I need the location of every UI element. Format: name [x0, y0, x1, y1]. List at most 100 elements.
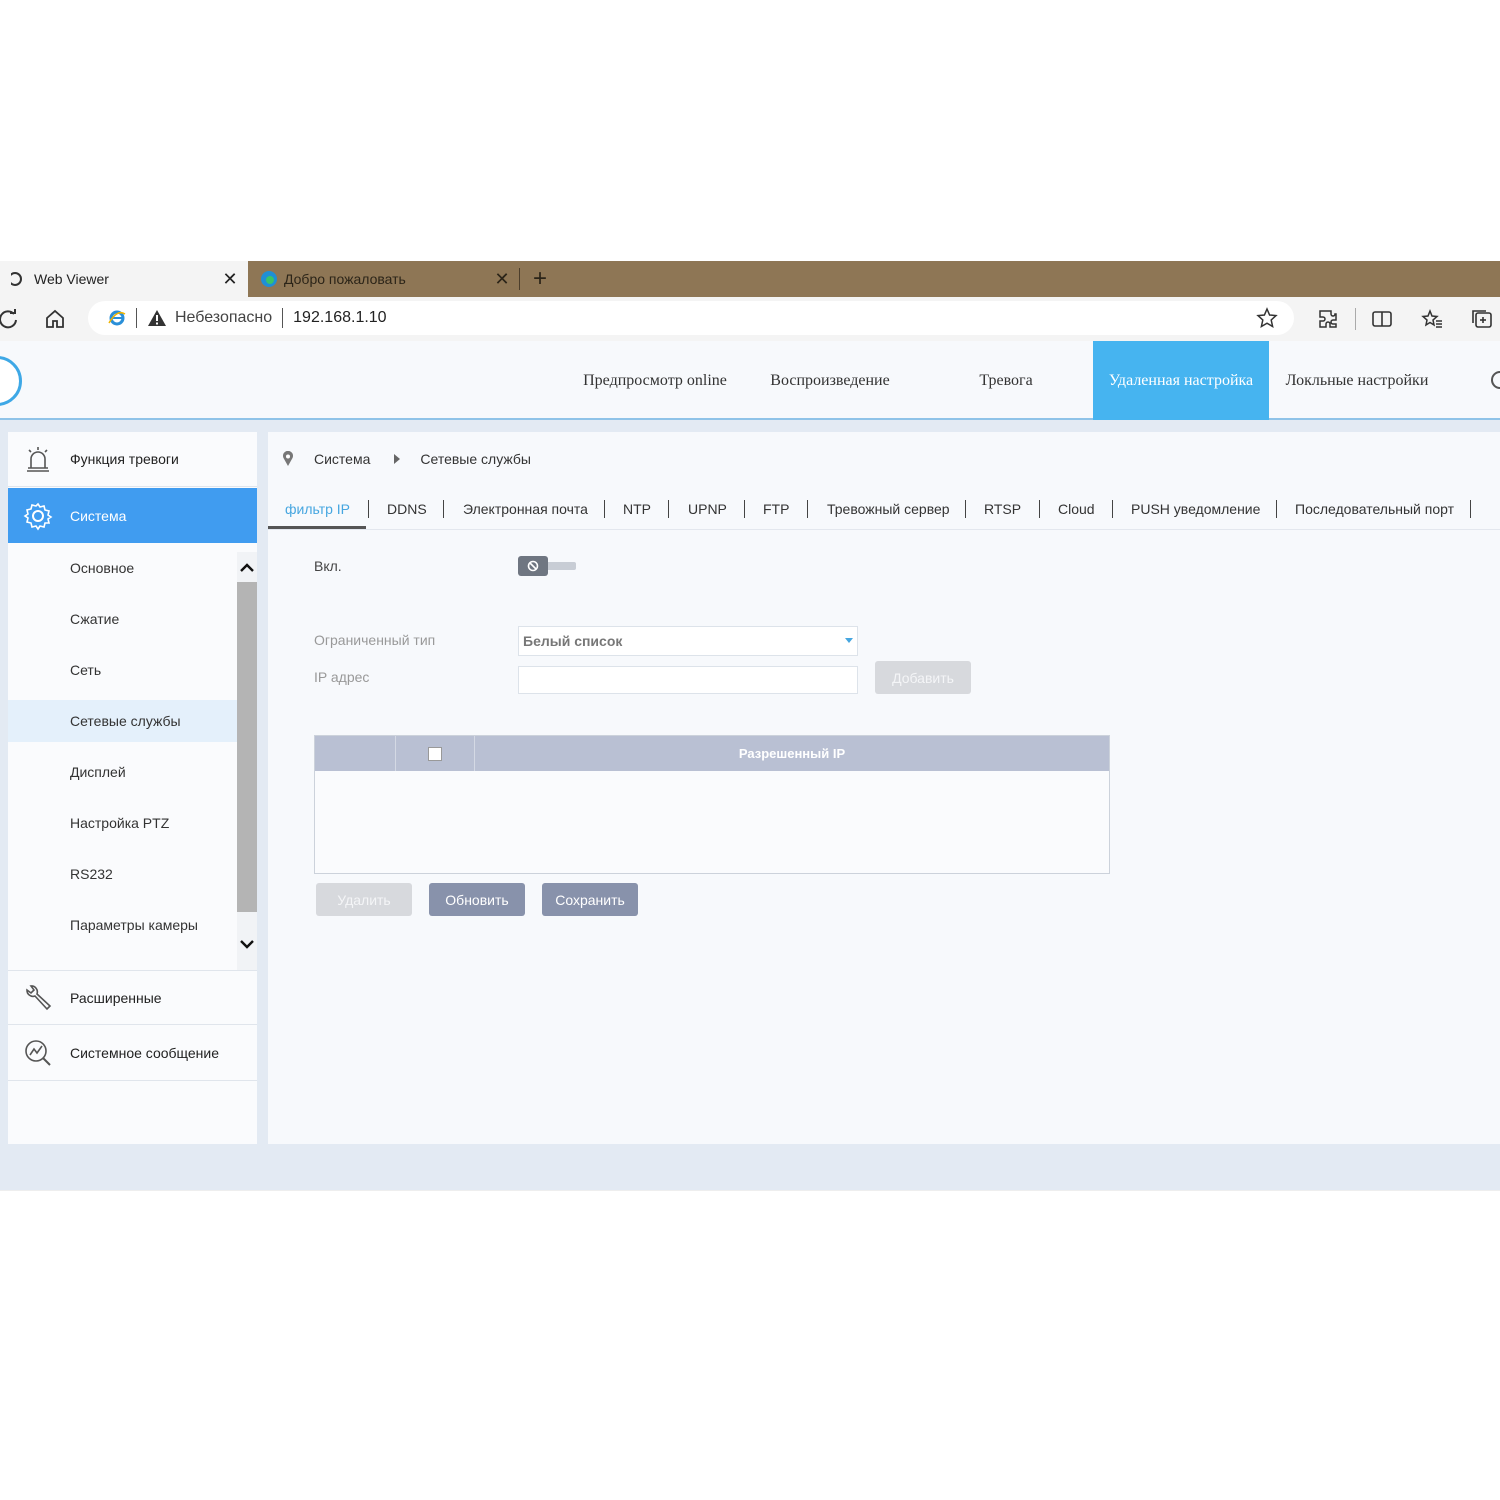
allowed-ip-table: Разрешенный IP — [314, 735, 1110, 874]
disabled-icon — [527, 560, 539, 572]
tab-title: Web Viewer — [34, 271, 109, 287]
sidebar-sub-network-services[interactable]: Сетевые службы — [8, 700, 237, 742]
sidebar-sub-label: Сетевые службы — [70, 713, 181, 729]
sidebar-item-system[interactable]: Система — [8, 488, 257, 543]
breadcrumb-root[interactable]: Система — [314, 451, 370, 467]
tab-separator — [1039, 500, 1040, 518]
chevron-up-icon[interactable] — [237, 556, 257, 580]
split-screen-icon[interactable] — [1368, 305, 1396, 333]
delete-button[interactable]: Удалить — [316, 883, 412, 916]
edge-icon — [260, 270, 278, 288]
nav-alarm[interactable]: Тревога — [940, 341, 1072, 420]
save-button[interactable]: Сохранить — [542, 883, 638, 916]
gear-icon — [22, 500, 54, 532]
breadcrumb: Система Сетевые службы — [268, 432, 1500, 486]
enable-toggle[interactable] — [518, 556, 576, 576]
favorite-star-icon[interactable] — [1256, 307, 1278, 329]
tab-email[interactable]: Электронная почта — [463, 490, 588, 528]
tab-alarm-server[interactable]: Тревожный сервер — [827, 490, 950, 528]
sidebar-item-advanced[interactable]: Расширенные — [8, 970, 257, 1025]
tab-welcome[interactable]: Добро пожаловать ✕ — [250, 261, 520, 297]
tab-cloud[interactable]: Cloud — [1058, 490, 1095, 528]
sidebar-scrollbar[interactable] — [237, 552, 257, 970]
sidebar-sub-basic[interactable]: Основное — [8, 547, 237, 589]
toggle-knob[interactable] — [518, 556, 548, 576]
tab-ip-filter[interactable]: фильтр IP — [285, 490, 350, 528]
restricted-type-label: Ограниченный тип — [314, 632, 436, 648]
breadcrumb-current: Сетевые службы — [420, 451, 531, 467]
sidebar-sub-compression[interactable]: Сжатие — [8, 598, 237, 640]
sidebar-sub-label: Дисплей — [70, 764, 126, 780]
select-all-cell — [396, 736, 474, 771]
tab-serial-port[interactable]: Последовательный порт — [1295, 490, 1454, 528]
security-label[interactable]: Небезопасно — [175, 309, 272, 327]
nav-playback[interactable]: Воспроизведение — [755, 341, 905, 420]
tab-separator — [604, 500, 605, 518]
extensions-icon[interactable] — [1314, 305, 1342, 333]
tab-ntp[interactable]: NTP — [623, 490, 651, 528]
ip-address-input[interactable] — [518, 666, 858, 694]
favorites-icon[interactable] — [1418, 305, 1446, 333]
url-separator — [136, 308, 137, 328]
content-panel: Система Сетевые службы фильтр IP DDNS Эл… — [268, 432, 1500, 1144]
close-icon[interactable]: ✕ — [220, 269, 240, 289]
url-text[interactable]: 192.168.1.10 — [293, 309, 386, 327]
ip-address-label: IP адрес — [314, 669, 370, 685]
sidebar: Функция тревоги Система Основное Сжатие … — [8, 432, 257, 1144]
sidebar-sub-label: RS232 — [70, 866, 113, 882]
url-bar[interactable]: Небезопасно 192.168.1.10 — [88, 301, 1294, 335]
nav-local-settings[interactable]: Локльные настройки — [1276, 341, 1438, 420]
sidebar-sub-label: Основное — [70, 560, 135, 576]
window-bottom-edge — [0, 1190, 1500, 1191]
tab-ddns[interactable]: DDNS — [387, 490, 427, 528]
sidebar-sub-ptz[interactable]: Настройка PTZ — [8, 802, 237, 844]
chevron-down-icon[interactable] — [237, 932, 257, 956]
select-all-checkbox[interactable] — [428, 746, 442, 761]
ie-mode-icon[interactable] — [108, 309, 126, 327]
sidebar-sub-rs232[interactable]: RS232 — [8, 853, 237, 895]
tab-rtsp[interactable]: RTSP — [984, 490, 1021, 528]
sidebar-item-label: Функция тревоги — [70, 451, 179, 467]
tab-separator — [1112, 500, 1113, 518]
address-bar-row: Небезопасно 192.168.1.10 — [0, 297, 1500, 341]
close-icon[interactable]: ✕ — [492, 269, 512, 289]
tab-web-viewer[interactable]: Web Viewer ✕ — [0, 261, 248, 297]
sidebar-sub-label: Сжатие — [70, 611, 120, 627]
sidebar-item-label: Расширенные — [70, 989, 162, 1006]
active-tab-underline — [268, 526, 366, 529]
logo-icon — [0, 356, 22, 406]
nav-remote-settings[interactable]: Удаленная настройка — [1093, 341, 1269, 420]
nav-live-preview[interactable]: Предпросмотр online — [570, 341, 740, 420]
restricted-type-select[interactable]: Белый список — [518, 626, 858, 656]
sidebar-item-system-message[interactable]: Системное сообщение — [8, 1026, 257, 1081]
sidebar-item-label: Система — [70, 507, 127, 524]
tab-upnp[interactable]: UPNP — [688, 490, 727, 528]
sidebar-sub-network[interactable]: Сеть — [8, 649, 237, 691]
chart-search-icon — [22, 1037, 54, 1069]
subtab-bar: фильтр IP DDNS Электронная почта NTP UPN… — [268, 490, 1500, 530]
new-tab-icon[interactable]: + — [528, 265, 552, 292]
tab-title: Добро пожаловать — [284, 271, 406, 287]
enable-label: Вкл. — [314, 558, 342, 574]
browser-tab-bar: Web Viewer ✕ Добро пожаловать ✕ — [0, 261, 1500, 297]
sidebar-item-alarm-function[interactable]: Функция тревоги — [8, 432, 257, 487]
tab-ftp[interactable]: FTP — [763, 490, 789, 528]
tab-divider — [519, 268, 520, 290]
refresh-button[interactable]: Обновить — [429, 883, 525, 916]
toolbar-divider — [1355, 308, 1356, 330]
sidebar-sub-label: Параметры камеры — [70, 917, 198, 933]
home-icon[interactable] — [41, 305, 69, 333]
refresh-icon[interactable] — [0, 305, 22, 333]
logout-icon[interactable] — [1491, 371, 1500, 389]
add-button[interactable]: Добавить — [875, 661, 971, 694]
tab-separator — [368, 500, 369, 518]
table-header: Разрешенный IP — [315, 736, 1109, 771]
tab-push-notification[interactable]: PUSH уведомление — [1131, 490, 1260, 528]
sidebar-sub-display[interactable]: Дисплей — [8, 751, 237, 793]
scrollbar-thumb[interactable] — [237, 582, 257, 912]
sidebar-sub-camera-params[interactable]: Параметры камеры — [8, 904, 237, 946]
tab-separator — [1276, 500, 1277, 518]
collections-icon[interactable] — [1468, 305, 1496, 333]
tab-separator — [965, 500, 966, 518]
warning-icon[interactable] — [147, 309, 167, 327]
